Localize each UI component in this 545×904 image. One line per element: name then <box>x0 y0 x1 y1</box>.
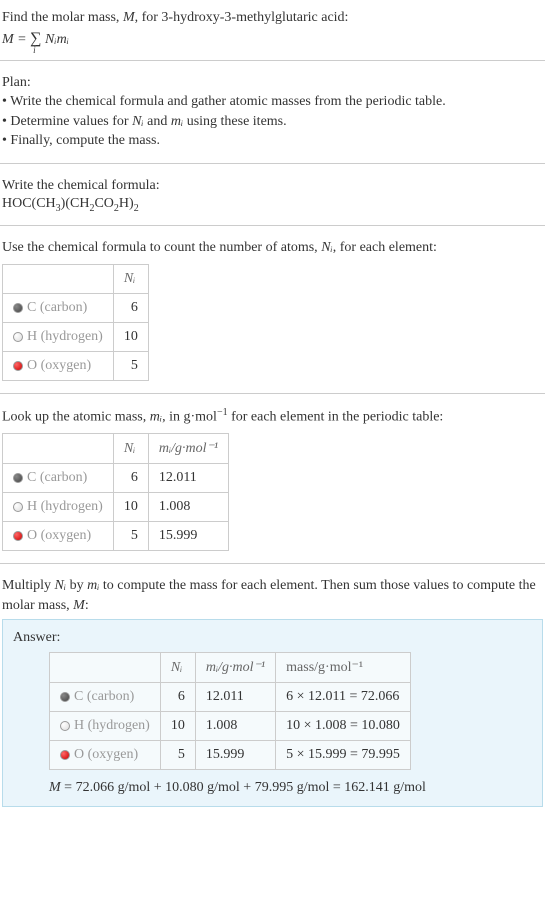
intro-section: Find the molar mass, M, for 3-hydroxy-3-… <box>0 4 545 52</box>
n-value: 10 <box>113 322 148 351</box>
m-value: 1.008 <box>148 493 228 522</box>
table-row: O (oxygen) 5 <box>3 351 149 380</box>
header-m: mᵢ/g·mol⁻¹ <box>195 653 275 683</box>
chem-formula-value: HOC(CH3)(CH2CO2H)2 <box>2 196 543 214</box>
table-row: H (hydrogen) 10 1.008 <box>3 493 229 522</box>
m-value: 12.011 <box>195 683 275 712</box>
dot-icon <box>13 361 23 371</box>
mass-value: 10 × 1.008 = 10.080 <box>276 712 411 741</box>
formula-lhs: M <box>2 32 14 47</box>
m-value: 15.999 <box>148 522 228 551</box>
answer-equation: M = 72.066 g/mol + 10.080 g/mol + 79.995… <box>49 780 532 796</box>
divider <box>0 225 545 226</box>
element-cell: O (oxygen) <box>3 522 114 551</box>
table-header-row: Nᵢ <box>3 264 149 293</box>
n-value: 5 <box>113 351 148 380</box>
answer-box: Answer: Nᵢ mᵢ/g·mol⁻¹ mass/g·mol⁻¹ C (ca… <box>2 619 543 807</box>
dot-icon <box>13 332 23 342</box>
intro-prefix: Find the molar mass, <box>2 10 123 25</box>
chem-formula-title: Write the chemical formula: <box>2 176 543 196</box>
element-cell: C (carbon) <box>3 293 114 322</box>
element-cell: H (hydrogen) <box>3 493 114 522</box>
dot-icon <box>60 692 70 702</box>
lookup-section: Look up the atomic mass, mᵢ, in g·mol−1 … <box>0 402 545 555</box>
element-cell: C (carbon) <box>50 683 161 712</box>
n-value: 5 <box>160 741 195 770</box>
plan-item-2: • Determine values for Nᵢ and mᵢ using t… <box>2 112 543 132</box>
header-n: Nᵢ <box>113 434 148 464</box>
plan-section: Plan: • Write the chemical formula and g… <box>0 69 545 155</box>
table-row: C (carbon) 6 12.011 6 × 12.011 = 72.066 <box>50 683 411 712</box>
n-value: 5 <box>113 522 148 551</box>
dot-icon <box>60 750 70 760</box>
dot-icon <box>60 721 70 731</box>
n-value: 6 <box>160 683 195 712</box>
table-row: H (hydrogen) 10 1.008 10 × 1.008 = 10.08… <box>50 712 411 741</box>
dot-icon <box>13 473 23 483</box>
multiply-section: Multiply Nᵢ by mᵢ to compute the mass fo… <box>0 572 545 811</box>
intro-text: Find the molar mass, M, for 3-hydroxy-3-… <box>2 8 543 28</box>
m-value: 15.999 <box>195 741 275 770</box>
header-n: Nᵢ <box>113 264 148 293</box>
dot-icon <box>13 303 23 313</box>
header-mass: mass/g·mol⁻¹ <box>276 653 411 683</box>
element-cell: C (carbon) <box>3 464 114 493</box>
chemical-formula-section: Write the chemical formula: HOC(CH3)(CH2… <box>0 172 545 217</box>
table-header-row: Nᵢ mᵢ/g·mol⁻¹ mass/g·mol⁻¹ <box>50 653 411 683</box>
header-empty <box>50 653 161 683</box>
divider <box>0 163 545 164</box>
header-n: Nᵢ <box>160 653 195 683</box>
dot-icon <box>13 502 23 512</box>
header-empty <box>3 264 114 293</box>
element-cell: H (hydrogen) <box>3 322 114 351</box>
element-cell: O (oxygen) <box>3 351 114 380</box>
m-value: 1.008 <box>195 712 275 741</box>
n-value: 10 <box>160 712 195 741</box>
table-row: C (carbon) 6 12.011 <box>3 464 229 493</box>
intro-suffix: , for 3-hydroxy-3-methylglutaric acid: <box>135 10 349 25</box>
answer-table: Nᵢ mᵢ/g·mol⁻¹ mass/g·mol⁻¹ C (carbon) 6 … <box>49 652 411 770</box>
header-m: mᵢ/g·mol⁻¹ <box>148 434 228 464</box>
plan-item-3: • Finally, compute the mass. <box>2 131 543 151</box>
n-value: 6 <box>113 293 148 322</box>
plan-title: Plan: <box>2 73 543 93</box>
plan-item-1: • Write the chemical formula and gather … <box>2 92 543 112</box>
n-value: 10 <box>113 493 148 522</box>
count-table: Nᵢ C (carbon) 6 H (hydrogen) 10 O (oxyge… <box>2 264 149 381</box>
formula-eq: = <box>14 32 30 47</box>
table-row: O (oxygen) 5 15.999 <box>3 522 229 551</box>
element-cell: O (oxygen) <box>50 741 161 770</box>
header-empty <box>3 434 114 464</box>
count-title: Use the chemical formula to count the nu… <box>2 238 543 258</box>
lookup-table: Nᵢ mᵢ/g·mol⁻¹ C (carbon) 6 12.011 H (hyd… <box>2 433 229 551</box>
mass-value: 5 × 15.999 = 79.995 <box>276 741 411 770</box>
table-row: H (hydrogen) 10 <box>3 322 149 351</box>
divider <box>0 393 545 394</box>
formula-terms: Nᵢmᵢ <box>42 32 69 47</box>
sum-symbol: ∑i <box>30 30 41 47</box>
mass-value: 6 × 12.011 = 72.066 <box>276 683 411 712</box>
n-value: 6 <box>113 464 148 493</box>
table-row: C (carbon) 6 <box>3 293 149 322</box>
answer-label: Answer: <box>13 630 532 646</box>
lookup-title: Look up the atomic mass, mᵢ, in g·mol−1 … <box>2 406 543 427</box>
divider <box>0 563 545 564</box>
table-header-row: Nᵢ mᵢ/g·mol⁻¹ <box>3 434 229 464</box>
element-cell: H (hydrogen) <box>50 712 161 741</box>
table-row: O (oxygen) 5 15.999 5 × 15.999 = 79.995 <box>50 741 411 770</box>
count-atoms-section: Use the chemical formula to count the nu… <box>0 234 545 385</box>
intro-var-m: M <box>123 10 135 25</box>
multiply-text: Multiply Nᵢ by mᵢ to compute the mass fo… <box>2 576 543 615</box>
m-value: 12.011 <box>148 464 228 493</box>
molar-mass-formula: M = ∑i Nᵢmᵢ <box>2 30 543 48</box>
dot-icon <box>13 531 23 541</box>
divider <box>0 60 545 61</box>
